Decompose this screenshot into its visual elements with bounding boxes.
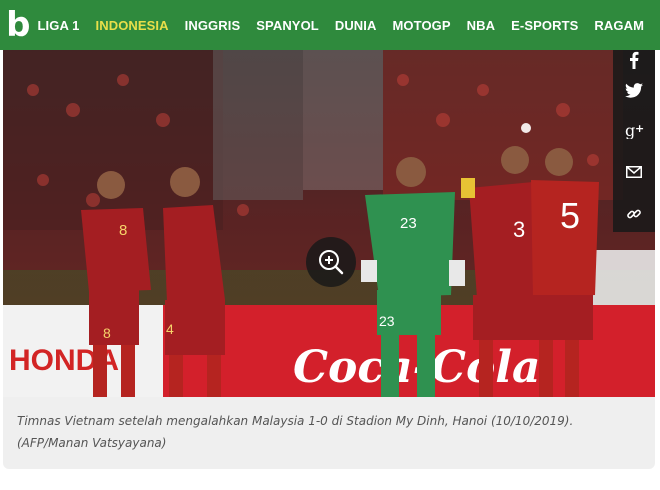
- nav-item-liga-1[interactable]: LIGA 1: [37, 18, 79, 33]
- svg-text:+: +: [635, 122, 644, 135]
- nav-item-esports[interactable]: E-SPORTS: [511, 18, 578, 33]
- coca-cola-banner-text: Coca-Cola: [293, 342, 541, 393]
- link-icon: [627, 209, 641, 219]
- svg-text:5: 5: [560, 195, 580, 236]
- facebook-icon: [630, 51, 639, 69]
- nav-item-indonesia[interactable]: INDONESIA: [96, 18, 169, 33]
- svg-text:g: g: [625, 121, 635, 139]
- zoom-in-icon: [319, 250, 344, 275]
- svg-text:4: 4: [166, 321, 174, 337]
- svg-text:8: 8: [103, 325, 111, 341]
- nav-menu: LIGA 1 INDONESIA INGGRIS SPANYOL DUNIA M…: [37, 0, 660, 50]
- logo-letter: b: [6, 5, 30, 45]
- twitter-icon: [625, 82, 643, 98]
- photo-illustration: HONDA Coca-Cola 8 8 4 23 23 3 5: [3, 50, 655, 397]
- svg-text:23: 23: [400, 215, 417, 232]
- nav-item-dunia[interactable]: DUNIA: [335, 18, 377, 33]
- twitter-share-button[interactable]: [613, 72, 655, 108]
- nav-item-spanyol[interactable]: SPANYOL: [256, 18, 319, 33]
- copy-link-button[interactable]: [613, 196, 655, 232]
- nav-item-ragam[interactable]: RAGAM: [594, 18, 644, 33]
- google-plus-share-button[interactable]: g +: [613, 112, 655, 148]
- article-photo[interactable]: HONDA Coca-Cola 8 8 4 23 23 3 5: [3, 50, 655, 397]
- share-bar: g +: [613, 50, 655, 232]
- caption-text: Timnas Vietnam setelah mengalahkan Malay…: [17, 414, 574, 450]
- google-plus-icon: g +: [625, 121, 644, 139]
- site-logo[interactable]: b: [0, 0, 35, 50]
- photo-caption: Timnas Vietnam setelah mengalahkan Malay…: [3, 397, 655, 469]
- email-icon: [626, 166, 642, 178]
- svg-text:8: 8: [119, 222, 127, 239]
- email-share-button[interactable]: [613, 154, 655, 190]
- zoom-button[interactable]: [306, 237, 356, 287]
- top-navigation: b LIGA 1 INDONESIA INGGRIS SPANYOL DUNIA…: [0, 0, 660, 50]
- svg-text:3: 3: [513, 217, 525, 242]
- nav-item-inggris[interactable]: INGGRIS: [185, 18, 241, 33]
- svg-text:23: 23: [379, 313, 395, 329]
- nav-item-nba[interactable]: NBA: [467, 18, 495, 33]
- nav-item-motogp[interactable]: MOTOGP: [393, 18, 451, 33]
